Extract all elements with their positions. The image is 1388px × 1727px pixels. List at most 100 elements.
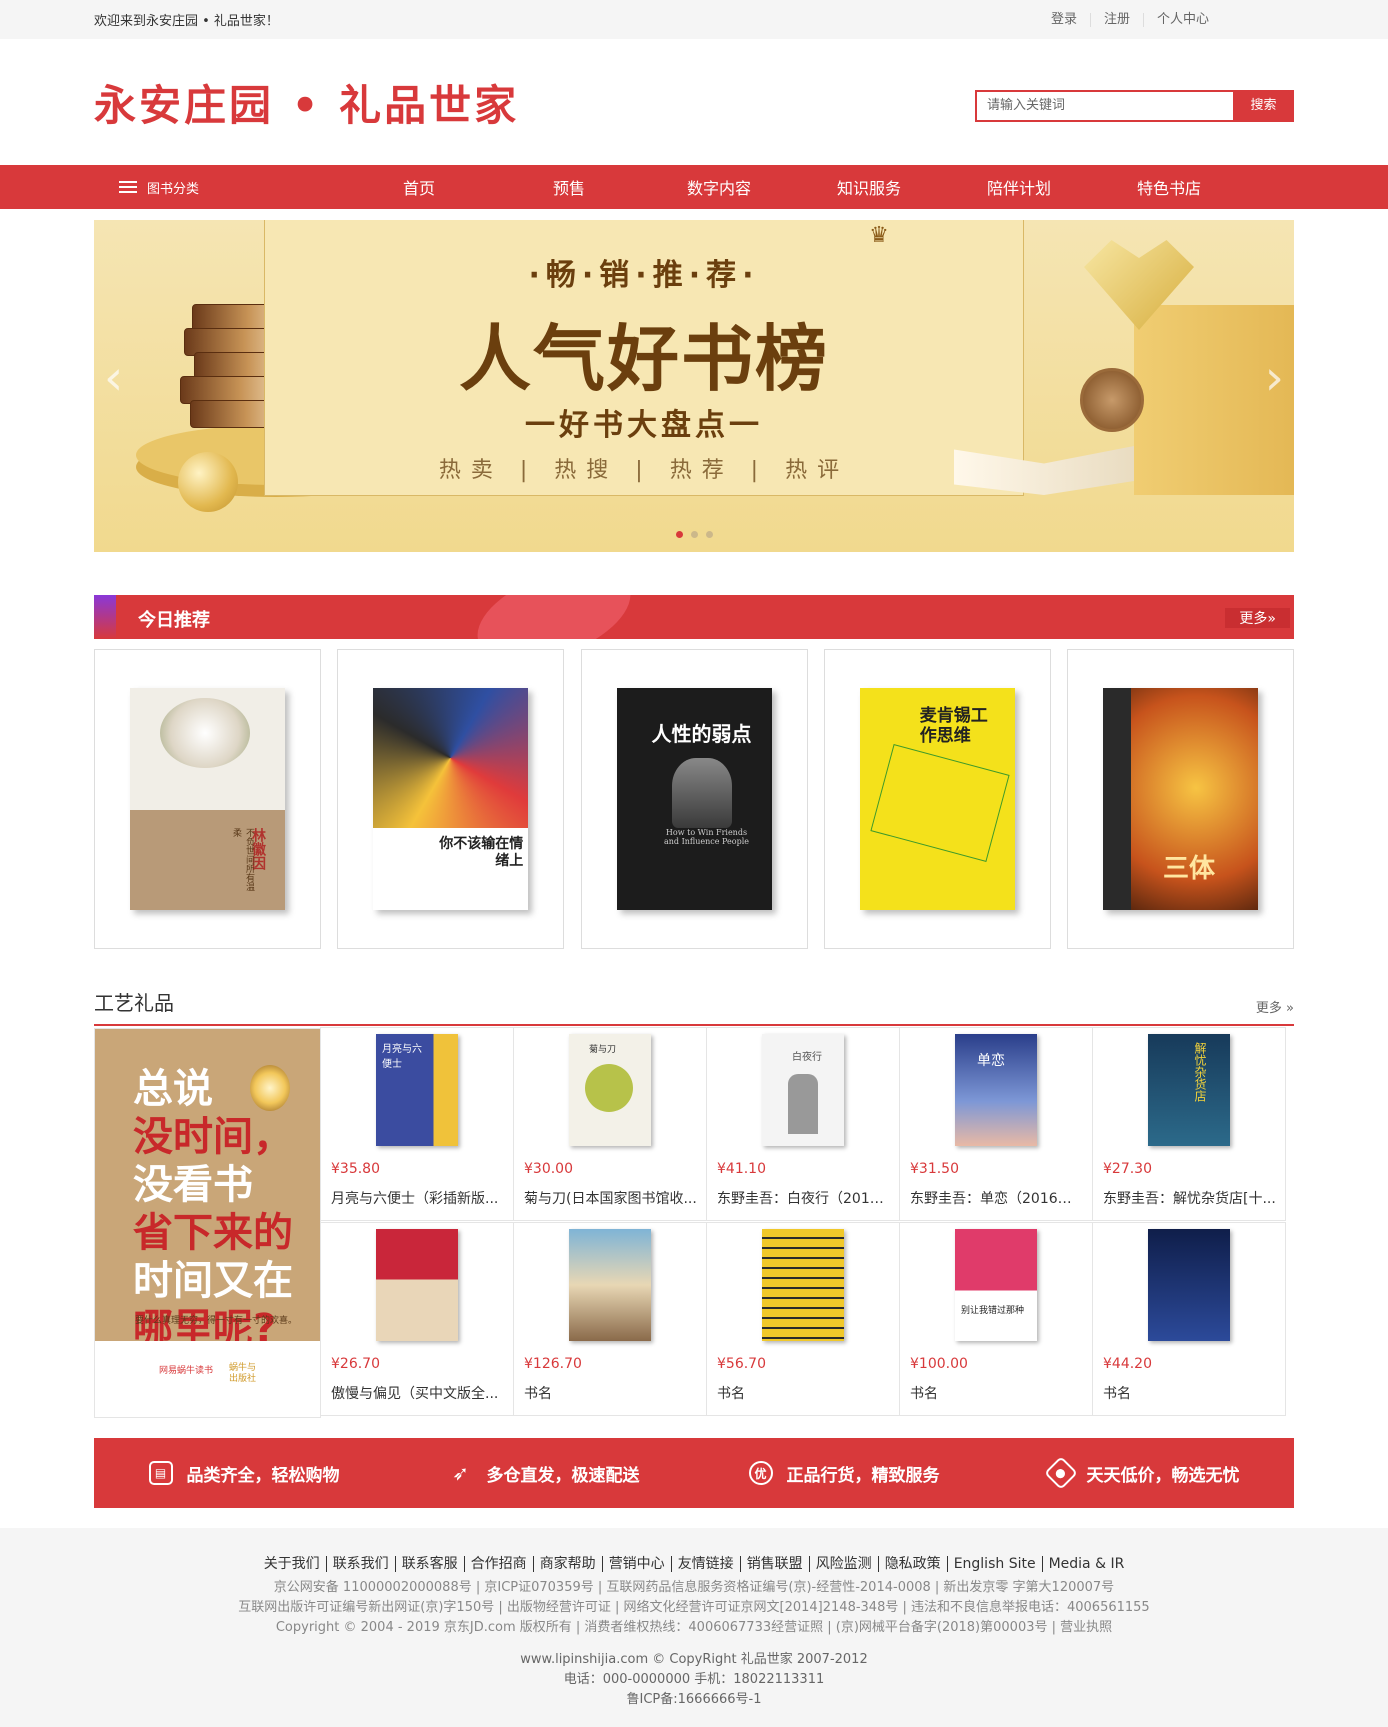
product-card[interactable]: ¥56.70 书名	[706, 1222, 900, 1416]
product-name[interactable]: 月亮与六便士（彩插新版...	[331, 1188, 505, 1208]
footer-link[interactable]: 商家帮助	[532, 1556, 602, 1572]
main-nav: 图书分类 首页 预售 数字内容 知识服务 陪伴计划 特色书店	[0, 165, 1388, 209]
banner-dot-2[interactable]	[690, 531, 698, 538]
footer-link[interactable]: 联系客服	[394, 1556, 464, 1572]
product-card[interactable]: 解忧杂货店 ¥27.30 东野圭吾：解忧杂货店[十...	[1092, 1027, 1286, 1221]
product-image: 菊与刀	[569, 1034, 651, 1146]
crafts-title: 工艺礼品	[94, 991, 174, 1015]
recommend-item[interactable]: 麦肯锡工作思维	[823, 649, 1051, 949]
crafts-grid: 月亮与六便士 ¥35.80 月亮与六便士（彩插新版... 菊与刀 ¥30.00 …	[320, 1027, 1294, 1418]
product-name[interactable]: 书名	[910, 1383, 1084, 1403]
book-category-menu[interactable]: 图书分类	[94, 178, 344, 197]
nav-item-companion[interactable]: 陪伴计划	[944, 175, 1094, 199]
product-image	[569, 1229, 651, 1341]
nav-item-presale[interactable]: 预售	[494, 175, 644, 199]
nav-item-knowledge[interactable]: 知识服务	[794, 175, 944, 199]
product-image	[762, 1229, 844, 1341]
product-name[interactable]: 东野圭吾：单恋（2016版...	[910, 1188, 1084, 1208]
book-cover: 林徽因 不负世间所有温柔	[130, 688, 285, 910]
banner-prev-arrow-icon[interactable]: ‹	[104, 350, 123, 406]
promo-poster[interactable]: 总说 没时间， 没看书 省下来的 时间又在 哪里呢? 要什么真理无穷，得一寸有一…	[94, 1028, 321, 1418]
gold-ball-graphic	[178, 452, 238, 512]
product-card[interactable]: ¥26.70 傲慢与偏见（买中文版全...	[320, 1222, 514, 1416]
product-card[interactable]: 别让我错过那种 ¥100.00 书名	[899, 1222, 1093, 1416]
footer-link[interactable]: English Site	[946, 1556, 1042, 1572]
poster-slogan: 总说 没时间， 没看书 省下来的 时间又在 哪里呢?	[133, 1066, 293, 1352]
feature-item: ➶ 多仓直发，极速配送	[449, 1461, 639, 1486]
product-image	[376, 1229, 458, 1341]
banner-tagline: 一好书大盘点一	[525, 408, 763, 443]
footer-license-2: 互联网出版许可证编号新出网证(京)字150号 | 出版物经营许可证 | 网络文化…	[238, 1600, 1150, 1615]
banner-dot-1[interactable]	[675, 531, 683, 538]
banner-title: 人气好书榜	[458, 316, 829, 401]
footer-link[interactable]: 联系我们	[325, 1556, 395, 1572]
footer-site: www.lipinshijia.com © CopyRight 礼品世家 200…	[520, 1652, 868, 1667]
footer-icp: 鲁ICP备:1666666号-1	[626, 1692, 762, 1707]
product-image: 白夜行	[762, 1034, 844, 1146]
user-center-link[interactable]: 个人中心	[1142, 12, 1222, 27]
recommend-list: 林徽因 不负世间所有温柔 你不该输在情绪上 人性的弱点 How to Win F…	[94, 649, 1294, 949]
product-name[interactable]: 书名	[1103, 1383, 1277, 1403]
recommend-item[interactable]: 你不该输在情绪上	[337, 649, 565, 949]
product-name[interactable]: 书名	[524, 1383, 698, 1403]
recommend-item[interactable]: 林徽因 不负世间所有温柔	[94, 649, 321, 949]
footer-link[interactable]: 营销中心	[601, 1556, 671, 1572]
footer-link[interactable]: 合作招商	[463, 1556, 533, 1572]
footer-copyright: Copyright © 2004 - 2019 京东JD.com 版权所有 | …	[275, 1620, 1113, 1635]
banner-dot-3[interactable]	[705, 531, 713, 538]
hero-banner[interactable]: ♛ ·畅·销·推·荐· 人气好书榜 一好书大盘点一 热卖 | 热搜 | 热荐 |…	[94, 220, 1294, 552]
recommend-item[interactable]: 三体	[1067, 649, 1294, 949]
nav-item-digital[interactable]: 数字内容	[644, 175, 794, 199]
product-name[interactable]: 菊与刀(日本国家图书馆收...	[524, 1188, 698, 1208]
today-recommend-title: 今日推荐	[138, 610, 210, 631]
footer: 关于我们 联系我们 联系客服 合作招商 商家帮助 营销中心 友情链接 销售联盟 风险监测 隐私政策…	[0, 1528, 1388, 1727]
product-card[interactable]: 白夜行 ¥41.10 东野圭吾：白夜行（2017...	[706, 1027, 900, 1221]
login-link[interactable]: 登录	[1038, 12, 1090, 27]
footer-link[interactable]: 风险监测	[808, 1556, 878, 1572]
rocket-icon: ➶	[452, 1461, 469, 1485]
product-card[interactable]: 单恋 ¥31.50 东野圭吾：单恋（2016版...	[899, 1027, 1093, 1221]
banner-tags: 热卖 | 热搜 | 热荐 | 热评	[438, 458, 850, 483]
product-card[interactable]: 月亮与六便士 ¥35.80 月亮与六便士（彩插新版...	[320, 1027, 514, 1221]
poster-brand-2: 蜗牛与 出版社	[229, 1363, 257, 1384]
poster-brand: 网易蜗牛读书	[159, 1366, 214, 1376]
account-links: 登录 注册 个人中心	[1038, 12, 1222, 27]
product-price: ¥27.30	[1103, 1161, 1152, 1177]
globe-graphic	[1080, 368, 1144, 432]
product-card[interactable]: ¥44.20 书名	[1092, 1222, 1286, 1416]
service-features: ▤ 品类齐全，轻松购物 ➶ 多仓直发，极速配送 优 正品行货，精致服务 ● 天天…	[94, 1438, 1294, 1508]
today-recommend-more-link[interactable]: 更多»	[1225, 608, 1290, 628]
menu-icon	[119, 178, 137, 196]
site-logo[interactable]: 永安庄园 • 礼品世家	[94, 72, 519, 133]
product-name[interactable]: 东野圭吾：白夜行（2017...	[717, 1188, 891, 1208]
recommend-item[interactable]: 人性的弱点 How to Win Friends and Influence P…	[580, 649, 808, 949]
banner-panel: ♛ ·畅·销·推·荐· 人气好书榜 一好书大盘点一 热卖 | 热搜 | 热荐 |…	[264, 220, 1024, 496]
book-cover: 三体	[1103, 688, 1258, 910]
product-card[interactable]: ¥126.70 书名	[513, 1222, 707, 1416]
register-link[interactable]: 注册	[1089, 12, 1143, 27]
nav-item-bookstore[interactable]: 特色书店	[1094, 175, 1244, 199]
product-price: ¥126.70	[524, 1356, 582, 1372]
footer-link[interactable]: 友情链接	[670, 1556, 740, 1572]
product-price: ¥30.00	[524, 1161, 573, 1177]
product-price: ¥44.20	[1103, 1356, 1152, 1372]
feature-item: ▤ 品类齐全，轻松购物	[148, 1461, 340, 1486]
search-button[interactable]: 搜索	[1233, 90, 1294, 122]
footer-link[interactable]: Media & IR	[1041, 1556, 1131, 1572]
nav-item-home[interactable]: 首页	[344, 175, 494, 199]
poster-small-text: 要什么真理无穷，得一寸有一寸的欢喜。	[135, 1316, 298, 1326]
footer-link[interactable]: 隐私政策	[877, 1556, 947, 1572]
footer-link[interactable]: 销售联盟	[739, 1556, 809, 1572]
book-category-label: 图书分类	[147, 181, 200, 197]
product-card[interactable]: 菊与刀 ¥30.00 菊与刀(日本国家图书馆收...	[513, 1027, 707, 1221]
product-name[interactable]: 傲慢与偏见（买中文版全...	[331, 1383, 505, 1403]
crafts-more-link[interactable]: 更多 »	[1256, 997, 1294, 1016]
banner-pagination	[94, 527, 1294, 542]
product-name[interactable]: 东野圭吾：解忧杂货店[十...	[1103, 1188, 1277, 1208]
banner-next-arrow-icon[interactable]: ›	[1265, 350, 1284, 406]
search-input[interactable]: 请输入关键词	[975, 90, 1233, 122]
crown-icon: ♛	[869, 223, 889, 248]
product-name[interactable]: 书名	[717, 1383, 891, 1403]
product-image: 解忧杂货店	[1148, 1034, 1230, 1146]
footer-link[interactable]: 关于我们	[258, 1556, 326, 1572]
